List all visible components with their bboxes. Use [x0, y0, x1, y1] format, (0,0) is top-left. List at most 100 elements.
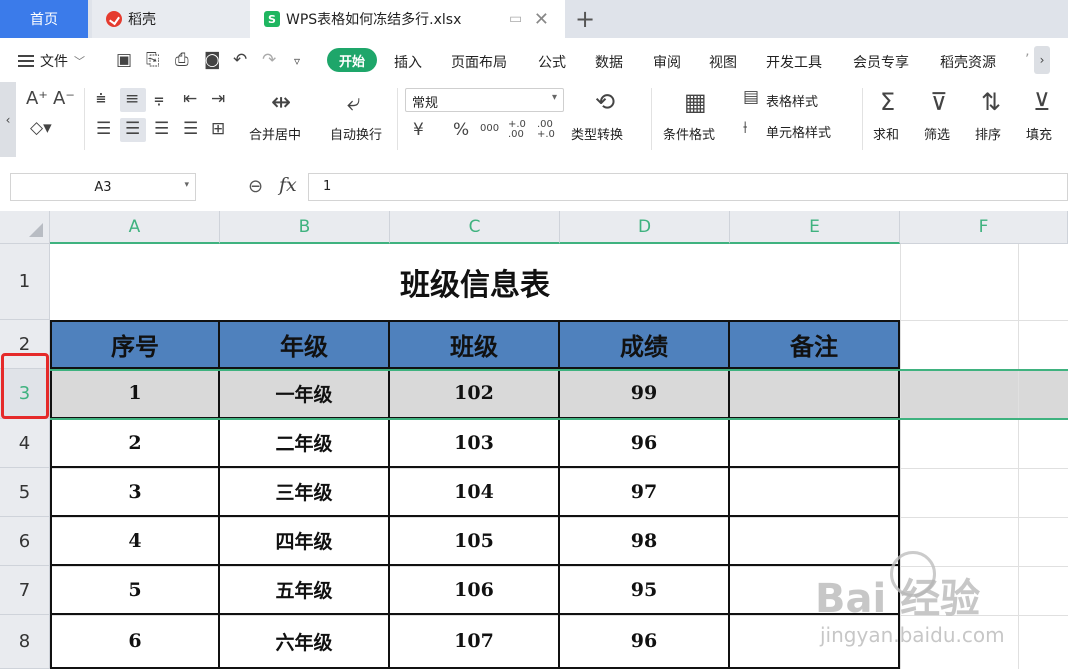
table-cell[interactable]	[730, 468, 900, 517]
pin-icon[interactable]: ▭	[509, 11, 525, 27]
table-cell[interactable]: 1	[50, 369, 220, 419]
row-header-7[interactable]: 7	[0, 566, 50, 615]
font-shrink-icon[interactable]: A⁻	[53, 90, 75, 108]
number-format-select[interactable]: 常规 ▾	[405, 88, 564, 112]
clear-format-icon[interactable]: ◇▾	[30, 120, 52, 137]
align-center-icon[interactable]: ☰	[125, 121, 140, 138]
zoom-icon[interactable]: ⊖	[248, 176, 263, 197]
tab-docer[interactable]: 稻壳	[92, 0, 250, 38]
font-grow-icon[interactable]: A⁺	[26, 90, 48, 108]
sort-icon[interactable]: ⇅	[981, 90, 1001, 114]
justify-icon[interactable]: ☰	[183, 121, 198, 138]
table-header-cell[interactable]: 年级	[218, 320, 390, 369]
align-left-icon[interactable]: ☰	[96, 121, 111, 138]
quick-access-dropdown-icon[interactable]: ▿	[294, 54, 300, 68]
type-convert-label[interactable]: 类型转换	[571, 124, 623, 143]
table-style-icon[interactable]: ▤	[743, 89, 759, 106]
indent-decrease-icon[interactable]: ⇤	[183, 91, 197, 108]
align-top-icon[interactable]: ⩧	[96, 91, 106, 108]
spreadsheet-grid[interactable]: A B C D E F 1 2 3 4 5 6 7 8 班级信息表 序号 年级 班级 成绩 备注 1 一年级 102 99 2 二…	[0, 211, 1068, 669]
merge-center-label[interactable]: 合并居中	[249, 124, 301, 143]
sum-label[interactable]: 求和	[873, 124, 899, 143]
table-cell[interactable]: 3	[50, 468, 220, 517]
new-tab-icon[interactable]: +	[575, 5, 595, 33]
formula-input[interactable]: 1	[308, 173, 1068, 201]
menu-start[interactable]: 开始	[327, 48, 377, 72]
menu-review[interactable]: 审阅	[653, 52, 681, 72]
table-cell[interactable]: 二年级	[220, 419, 390, 468]
menu-data[interactable]: 数据	[595, 52, 623, 72]
cell-style-label[interactable]: 单元格样式	[766, 122, 831, 141]
name-box[interactable]: A3 ▾	[10, 173, 196, 201]
table-cell[interactable]: 六年级	[220, 615, 390, 669]
table-cell[interactable]	[730, 369, 900, 419]
table-cell[interactable]: 2	[50, 419, 220, 468]
table-cell[interactable]: 105	[390, 517, 560, 566]
align-middle-icon[interactable]: ≡	[125, 91, 139, 108]
file-menu[interactable]: 文件 ﹀	[18, 51, 85, 71]
column-header-c[interactable]: C	[390, 211, 560, 244]
decimal-decrease-icon[interactable]: .00 +.0	[537, 120, 561, 140]
menu-member[interactable]: 会员专享	[853, 52, 909, 72]
table-cell[interactable]: 5	[50, 566, 220, 615]
sum-icon[interactable]: Σ	[880, 90, 895, 114]
menu-scroll-right-icon[interactable]: ›	[1034, 46, 1050, 74]
table-cell[interactable]: 98	[560, 517, 730, 566]
table-cell[interactable]: 6	[50, 615, 220, 669]
table-cell[interactable]	[730, 419, 900, 468]
table-cell[interactable]: 三年级	[220, 468, 390, 517]
align-bottom-icon[interactable]: ⩦	[154, 91, 164, 108]
table-header-cell[interactable]: 序号	[50, 320, 220, 369]
table-cell[interactable]: 一年级	[220, 369, 390, 419]
table-style-label[interactable]: 表格样式	[766, 91, 818, 110]
sort-label[interactable]: 排序	[975, 124, 1001, 143]
cell-style-icon[interactable]: ⟊	[743, 120, 747, 137]
table-cell[interactable]: 107	[390, 615, 560, 669]
conditional-format-icon[interactable]: ▦	[684, 90, 707, 114]
column-header-e[interactable]: E	[730, 211, 900, 244]
row-header-4[interactable]: 4	[0, 419, 50, 468]
menu-developer[interactable]: 开发工具	[766, 52, 822, 72]
save-icon[interactable]: ▣	[116, 50, 132, 70]
tab-home[interactable]: 首页	[0, 0, 88, 38]
column-header-a[interactable]: A	[50, 211, 220, 244]
row-header-6[interactable]: 6	[0, 517, 50, 566]
table-header-cell[interactable]: 班级	[388, 320, 560, 369]
close-icon[interactable]: ✕	[534, 9, 549, 30]
select-all-corner[interactable]	[0, 211, 50, 244]
wrap-text-icon[interactable]: ⤶	[347, 90, 360, 114]
table-header-cell[interactable]: 备注	[728, 320, 900, 369]
tab-file[interactable]: S WPS表格如何冻结多行.xlsx ▭ ✕	[250, 0, 565, 38]
sheet-title[interactable]: 班级信息表	[50, 244, 900, 320]
table-cell[interactable]: 104	[390, 468, 560, 517]
row-header-5[interactable]: 5	[0, 468, 50, 517]
table-cell[interactable]: 95	[560, 566, 730, 615]
conditional-format-label[interactable]: 条件格式	[663, 124, 715, 143]
table-cell[interactable]: 99	[560, 369, 730, 419]
fx-icon[interactable]: fx	[279, 174, 297, 196]
filter-label[interactable]: 筛选	[924, 124, 950, 143]
export-icon[interactable]: ⎘	[146, 50, 160, 70]
table-cell[interactable]: 四年级	[220, 517, 390, 566]
indent-increase-icon[interactable]: ⇥	[211, 91, 225, 108]
table-cell[interactable]: 4	[50, 517, 220, 566]
distributed-icon[interactable]: ⊞	[211, 121, 225, 138]
thousands-icon[interactable]: 000	[480, 124, 499, 134]
menu-view[interactable]: 视图	[709, 52, 737, 72]
menu-page-layout[interactable]: 页面布局	[451, 52, 507, 72]
table-cell[interactable]: 103	[390, 419, 560, 468]
column-header-f[interactable]: F	[900, 211, 1068, 244]
column-header-d[interactable]: D	[560, 211, 730, 244]
table-cell[interactable]: 96	[560, 615, 730, 669]
wrap-text-label[interactable]: 自动换行	[330, 124, 382, 143]
currency-icon[interactable]: ¥	[413, 122, 424, 139]
print-icon[interactable]: ⎙	[175, 50, 189, 70]
align-right-icon[interactable]: ☰	[154, 121, 169, 138]
menu-docer-resources[interactable]: 稻壳资源	[940, 52, 996, 72]
table-header-cell[interactable]: 成绩	[558, 320, 730, 369]
table-cell[interactable]: 106	[390, 566, 560, 615]
table-cell[interactable]: 五年级	[220, 566, 390, 615]
type-convert-icon[interactable]: ⟲	[595, 90, 615, 114]
table-cell[interactable]: 97	[560, 468, 730, 517]
menu-formula[interactable]: 公式	[538, 52, 566, 72]
